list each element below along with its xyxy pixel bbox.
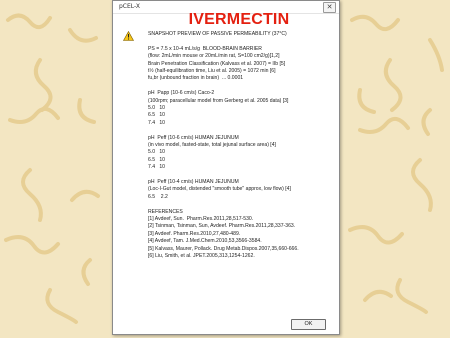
report-line: 5.0 10 — [148, 105, 165, 112]
report-line: fu,br (unbound fraction in brain) ... 0.… — [148, 75, 244, 82]
report-line: [1] Avdeef, Sun. Pharm.Res.2011,28,517-5… — [148, 216, 254, 223]
compound-heading: IVERMECTIN — [188, 11, 290, 28]
report-line: SNAPSHOT PREVIEW OF PASSIVE PERMEABILITY… — [148, 31, 287, 37]
report-line: 7.4 10 — [148, 119, 165, 126]
report-text: SNAPSHOT PREVIEW OF PASSIVE PERMEABILITY… — [148, 31, 338, 261]
report-line: PS = 7.5 x 10-4 mL/s/g BLOOD-BRAIN BARRI… — [148, 45, 262, 52]
report-line: 6.5 2.2 — [148, 193, 168, 200]
report-line: 6.5 10 — [148, 112, 165, 119]
report-line: (Loc-I-Gut model, distended "smooth tube… — [148, 186, 291, 193]
report-line: [3] Avdeef. Pharm.Res.2010,27,480-489. — [148, 230, 241, 237]
report-line: (in vivo model, fasted-state, total jeju… — [148, 142, 276, 149]
report-line: [4] Avdeef, Tam. J.Med.Chem.2010,53,3566… — [148, 238, 262, 245]
report-line: [6] Liu, Smith, et al. JPET.2005,313,125… — [148, 253, 255, 260]
report-line: t½ (half-equilibration time, Liu et al. … — [148, 68, 276, 75]
report-line: (100rpm; paracellular model from Gerberg… — [148, 97, 289, 104]
window-title: pCEL-X — [119, 3, 141, 10]
report-line: Brain Penetration Classification (Kalvas… — [148, 60, 286, 67]
report-line: 7.4 10 — [148, 164, 165, 171]
warning-icon — [123, 31, 134, 41]
report-line: pH Papp (10-6 cm/s) Caco-2 — [148, 90, 215, 97]
ok-button[interactable]: OK — [291, 319, 326, 330]
permeability-dialog: pCEL-X ✕ IVERMECTIN SNAPSHOT PREVIEW OF … — [112, 0, 340, 335]
report-line: REFERENCES — [148, 208, 183, 215]
report-line: 5.0 10 — [148, 149, 165, 156]
report-line: pH Peff (10-4 cm/s) HUMAN JEJUNUM — [148, 179, 239, 186]
report-line: pH Peff (10-6 cm/s) HUMAN JEJUNUM — [148, 134, 239, 141]
report-line: [2] Tsinman, Tsinman, Sun, Avdeef. Pharm… — [148, 223, 296, 230]
report-line: [5] Kalvass, Maurer, Pollack. Drug Metab… — [148, 245, 299, 252]
report-line: (flow: 2mL/min mouse or 20mL/min rat, S=… — [148, 53, 280, 60]
report-line: 6.5 10 — [148, 156, 165, 163]
